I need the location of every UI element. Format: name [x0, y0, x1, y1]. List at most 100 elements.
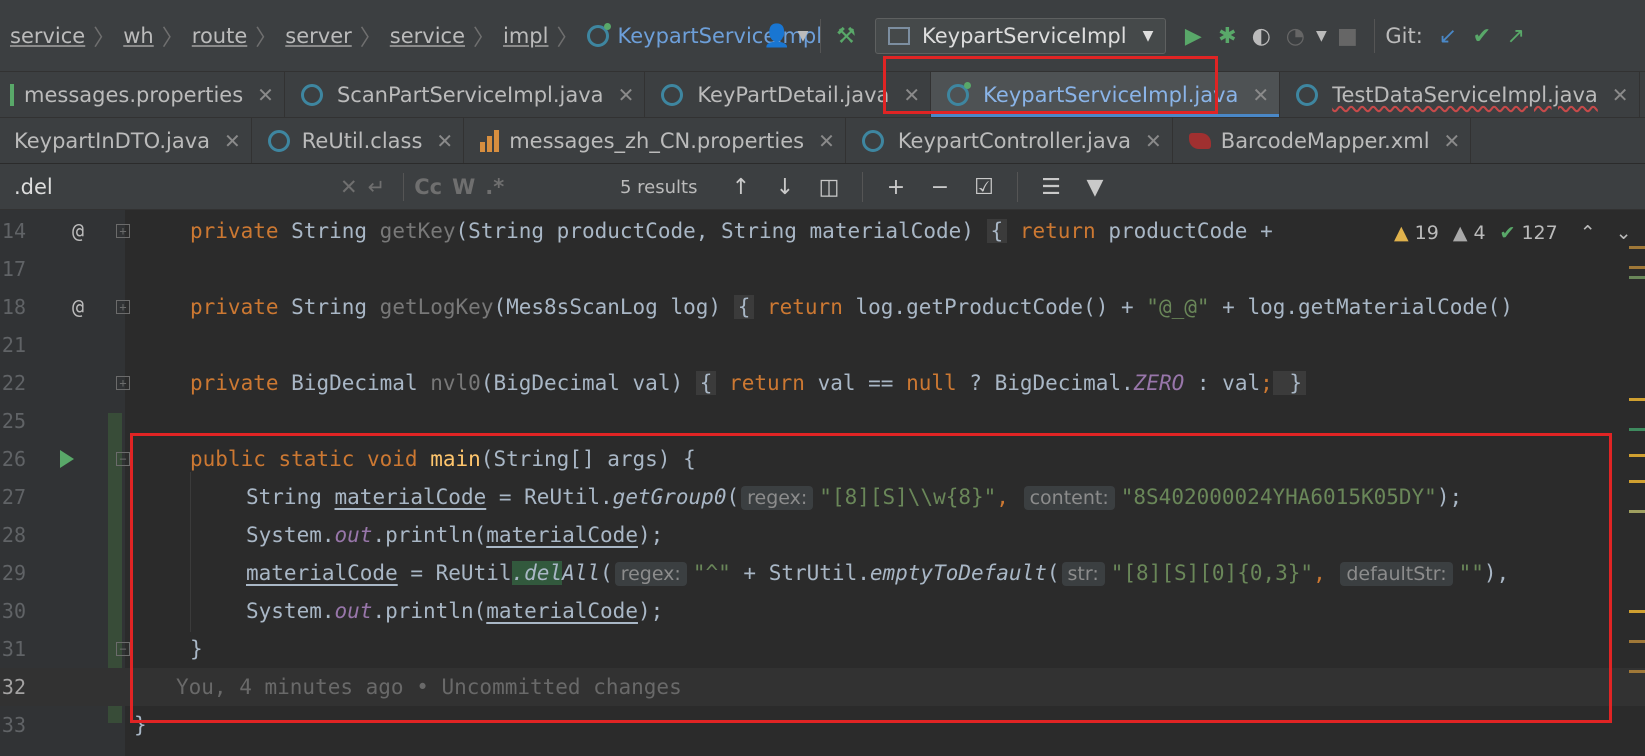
git-update-icon[interactable]: ↙ [1431, 19, 1465, 53]
class-icon [1296, 83, 1319, 106]
filter-icon[interactable]: ▼ [1078, 170, 1112, 204]
line-number: 33 [1, 713, 26, 737]
run-icon[interactable]: ▶ [1176, 19, 1210, 53]
arrow-up-icon[interactable]: ↑ [724, 170, 758, 204]
match-case-toggle[interactable]: Cc [414, 175, 442, 199]
whole-words-toggle[interactable]: W [452, 175, 475, 199]
select-all-occurrences-icon[interactable]: ☑ [967, 170, 1001, 204]
tab-label: TestDataServiceImpl.java [1332, 82, 1598, 107]
indent-guide [190, 472, 191, 632]
breadcrumb-item[interactable]: server [285, 24, 351, 48]
clear-icon[interactable]: ✕ [340, 175, 358, 199]
add-occurrence-icon[interactable]: + [879, 170, 913, 204]
fold-expand-icon[interactable]: + [116, 376, 130, 390]
profile-icon[interactable]: ◔ [1278, 19, 1312, 53]
search-match-highlight: .del [511, 560, 563, 585]
hammer-icon[interactable]: ⚒ [829, 19, 863, 53]
git-commit-icon[interactable]: ✔ [1465, 19, 1499, 53]
close-icon[interactable]: ✕ [1612, 83, 1629, 107]
line-number: 25 [1, 409, 26, 433]
tab-messages-properties[interactable]: messages.properties ✕ [0, 72, 285, 117]
error-stripe-mark [1629, 480, 1645, 483]
implements-icon[interactable]: @ [72, 295, 84, 319]
close-icon[interactable]: ✕ [257, 83, 274, 107]
fold-expand-icon[interactable]: + [116, 300, 130, 314]
git-label: Git: [1385, 24, 1423, 48]
error-stripe-mark [1629, 246, 1645, 249]
breadcrumb-item[interactable]: route [192, 24, 247, 48]
regex-toggle[interactable]: .* [485, 175, 504, 199]
chevron-down-icon[interactable]: ▼ [794, 19, 812, 53]
close-icon[interactable]: ✕ [1252, 83, 1269, 107]
parameter-hint: content: [1023, 485, 1115, 510]
tab-testdataserviceimpl[interactable]: TestDataServiceImpl.java ✕ [1280, 72, 1640, 117]
code-line: 26 − public static void main(String[] ar… [0, 440, 1645, 478]
breadcrumb-item[interactable]: service [10, 24, 85, 48]
chevron-right-icon: 〉 [556, 25, 579, 51]
tab-keypartcontroller[interactable]: KeypartController.java ✕ [846, 118, 1173, 163]
tab-label: BarcodeMapper.xml [1220, 128, 1430, 153]
run-gutter-icon[interactable] [60, 450, 74, 468]
close-icon[interactable]: ✕ [818, 129, 835, 153]
find-query: .del [14, 175, 53, 199]
close-icon[interactable]: ✕ [224, 129, 241, 153]
class-icon [586, 22, 611, 47]
line-number: 14 [1, 219, 26, 243]
fold-collapse-icon[interactable]: − [116, 452, 130, 466]
git-push-icon[interactable]: ↗ [1499, 19, 1533, 53]
error-stripe-mark [1629, 454, 1645, 457]
implements-icon[interactable]: @ [72, 219, 84, 243]
breadcrumb-item[interactable]: service [390, 24, 465, 48]
tab-barcodemapper-xml[interactable]: BarcodeMapper.xml ✕ [1173, 118, 1472, 163]
code-line: 29 materialCode = ReUtil.delAll(regex: "^… [0, 554, 1645, 592]
line-number: 32 [1, 675, 26, 699]
tab-messages-zh-cn[interactable]: messages_zh_CN.properties ✕ [464, 118, 846, 163]
stop-icon[interactable]: ■ [1330, 19, 1364, 53]
line-number: 17 [1, 257, 26, 281]
line-number: 21 [1, 333, 26, 357]
parameter-hint: str: [1061, 561, 1105, 586]
tab-label: messages_zh_CN.properties [509, 128, 805, 153]
code-editor[interactable]: ▲ 19 ▲ 4 ✔ 127 ⌃ ⌄ 14 @ + private String ge… [0, 210, 1645, 756]
code-line: 27 String materialCode = ReUtil.getGroup… [0, 478, 1645, 516]
chevron-down-icon: ▼ [1142, 28, 1154, 44]
debug-icon[interactable]: ✱ [1210, 19, 1244, 53]
breadcrumb-item[interactable]: wh [123, 24, 154, 48]
fold-expand-icon[interactable]: + [116, 224, 130, 238]
tab-keypartserviceimpl[interactable]: KeypartServiceImpl.java ✕ [931, 72, 1281, 117]
line-number: 26 [1, 447, 26, 471]
divider [820, 19, 821, 53]
chevron-down-icon[interactable]: ▼ [1312, 19, 1330, 53]
close-icon[interactable]: ✕ [1444, 129, 1461, 153]
remove-occurrence-icon[interactable]: − [923, 170, 957, 204]
arrow-down-icon[interactable]: ↓ [768, 170, 802, 204]
close-icon[interactable]: ✕ [618, 83, 635, 107]
user-icon[interactable]: 👤 [760, 19, 794, 53]
code-text: private String getLogKey(Mes8sScanLog lo… [190, 295, 1513, 319]
breadcrumb-item[interactable]: impl [503, 24, 548, 48]
error-stripe-mark [1629, 428, 1645, 431]
run-configuration-select[interactable]: KeypartServiceImpl ▼ [875, 18, 1167, 54]
find-toolbar: ↑ ↓ ◫ + − ☑ ☰ ▼ [724, 164, 1112, 209]
editor-tabs-row-1: messages.properties ✕ ScanPartServiceImpl… [0, 72, 1645, 118]
close-icon[interactable]: ✕ [1145, 129, 1162, 153]
divider [862, 172, 863, 202]
close-icon[interactable]: ✕ [903, 83, 920, 107]
filter-lines-icon[interactable]: ☰ [1034, 170, 1068, 204]
mybatis-icon [1188, 132, 1211, 149]
tab-keypartdetail[interactable]: KeyPartDetail.java ✕ [645, 72, 932, 117]
tab-scanpartserviceimpl[interactable]: ScanPartServiceImpl.java ✕ [285, 72, 646, 117]
open-in-window-icon[interactable]: ◫ [812, 170, 846, 204]
class-icon [661, 83, 684, 106]
tab-keypartindto[interactable]: KeypartInDTO.java ✕ [0, 118, 252, 163]
code-line: 28 System.out.println(materialCode); [0, 516, 1645, 554]
tab-reutil-class[interactable]: ReUtil.class ✕ [252, 118, 465, 163]
fold-end-icon[interactable]: − [116, 642, 130, 656]
find-options: ✕ ↵ Cc W .* [340, 164, 504, 209]
class-icon [861, 129, 884, 152]
code-line: 14 @ + private String getKey(String prod… [0, 212, 1645, 250]
coverage-icon[interactable]: ◐ [1244, 19, 1278, 53]
close-icon[interactable]: ✕ [436, 129, 453, 153]
line-number: 18 [1, 295, 26, 319]
new-line-icon[interactable]: ↵ [368, 175, 386, 199]
